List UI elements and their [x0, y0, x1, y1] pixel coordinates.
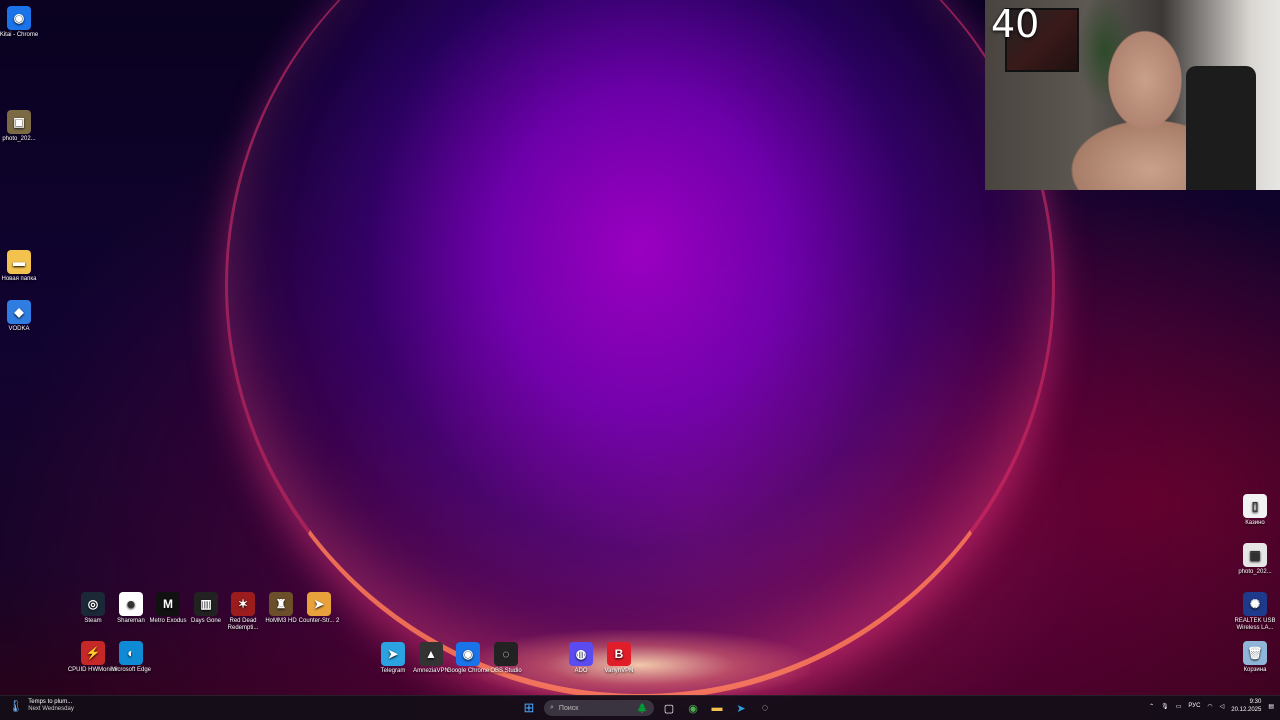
desktop-shortcut-label: photo_202...	[2, 136, 36, 142]
desktop-shortcut-label: REALTEK USB Wireless LA...	[1234, 618, 1276, 631]
vpn-b-icon: B	[607, 642, 631, 666]
search-box[interactable]: ⌕ Поиск 🌲	[544, 700, 654, 716]
explorer-icon[interactable]: ▬	[708, 699, 726, 717]
chevron-up-icon[interactable]: ⌃	[1149, 703, 1154, 710]
desktop-shortcut[interactable]: ▬ Новая папка	[0, 250, 48, 283]
volume-icon[interactable]: ◁	[1220, 703, 1225, 710]
search-highlight-icon: 🌲	[636, 702, 648, 713]
obs-taskbar-icon[interactable]: ◌	[756, 699, 774, 717]
desktop-shortcut-label: OBS Studio	[490, 668, 522, 674]
desktop-shortcut[interactable]: B VarlynVPN	[590, 642, 648, 675]
desktop-shortcut-label: VODKA	[8, 326, 30, 332]
taskbar-center: ⊞ ⌕ Поиск 🌲 ▢ ◉ ▬ ➤ ◌	[520, 699, 774, 717]
microphone-icon[interactable]: 🎙	[1161, 703, 1169, 710]
clock-time: 9:30	[1249, 699, 1262, 705]
desktop-shortcut[interactable]: ✺ REALTEK USB Wireless LA...	[1226, 592, 1280, 632]
widget-title: Temps to plum...	[28, 699, 73, 705]
search-placeholder: Поиск	[558, 704, 579, 712]
recycle-bin-icon: 🗑	[1243, 641, 1267, 665]
clock[interactable]: 9:30 20.12.2025	[1231, 698, 1261, 714]
desktop-shortcut[interactable]: ◆ VODKA	[0, 300, 48, 333]
obs-studio-icon: ◌	[494, 642, 518, 666]
thermometer-icon: 🌡	[8, 699, 24, 713]
vodka-icon: ◆	[7, 300, 31, 324]
widget-subtitle: Next Wednesday	[28, 706, 74, 712]
desktop-shortcut[interactable]: ◉ Kitai - Chrome	[0, 6, 48, 39]
desktop-shortcut[interactable]: ▯ Казино	[1226, 494, 1280, 527]
qr-image-icon: ▦	[1243, 543, 1267, 567]
desktop-shortcut[interactable]: ➤ Counter-Str... 2	[290, 592, 348, 625]
notification-icon[interactable]: ▤	[1268, 703, 1274, 710]
clock-date: 20.12.2025	[1231, 707, 1262, 713]
counter-strike-icon: ➤	[307, 592, 331, 616]
search-icon: ⌕	[550, 704, 554, 711]
desktop-shortcut-label: VarlynVPN	[604, 668, 634, 674]
telegram-taskbar-icon[interactable]: ➤	[732, 699, 750, 717]
desktop-shortcut[interactable]: ▣ photo_202...	[0, 110, 48, 143]
realtek-icon: ✺	[1243, 592, 1267, 616]
chrome-taskbar-icon[interactable]: ◉	[684, 699, 702, 717]
display-icon[interactable]: ▭	[1176, 703, 1182, 710]
desktop-shortcut-label: Казино	[1245, 520, 1265, 526]
wallpaper-ring	[225, 0, 1055, 700]
desktop-shortcut[interactable]: ▦ photo_202...	[1226, 543, 1280, 576]
edge-icon: ◐	[119, 641, 143, 665]
desktop-shortcut-label: Counter-Str... 2	[298, 618, 340, 624]
photo-icon: ▣	[7, 110, 31, 134]
folder-icon: ▬	[7, 250, 31, 274]
start-icon[interactable]: ⊞	[520, 699, 538, 717]
taskbar: 🌡 Temps to plum... Next Wednesday ⊞ ⌕ По…	[0, 695, 1280, 720]
desktop-shortcut-label: Microsoft Edge	[110, 667, 152, 673]
desktop-shortcut-label: Новая папка	[1, 276, 37, 282]
desktop-shortcut[interactable]: 🗑 Корзина	[1226, 641, 1280, 674]
desktop-shortcut[interactable]: ◐ Microsoft Edge	[102, 641, 160, 674]
webcam-overlay: 40	[985, 0, 1280, 190]
desktop-shortcut-label: Kitai - Chrome	[0, 32, 39, 38]
stream-counter: 40	[991, 2, 1040, 46]
webcam-background-chair	[1186, 66, 1256, 190]
desktop-shortcut-label: photo_202...	[1238, 569, 1272, 575]
wifi-icon[interactable]: ◠	[1207, 703, 1212, 710]
task-view-icon[interactable]: ▢	[660, 699, 678, 717]
desktop-shortcut-label: Корзина	[1243, 667, 1267, 673]
system-tray: ⌃ 🎙 ▭ РУС ◠ ◁ 9:30 20.12.2025 ▤	[1149, 698, 1274, 714]
language-indicator[interactable]: РУС	[1188, 703, 1200, 709]
desktop-shortcut[interactable]: ◌ OBS Studio	[477, 642, 535, 675]
text-file-icon: ▯	[1243, 494, 1267, 518]
chrome-icon: ◉	[7, 6, 31, 30]
weather-widget[interactable]: 🌡 Temps to plum... Next Wednesday	[8, 699, 74, 713]
